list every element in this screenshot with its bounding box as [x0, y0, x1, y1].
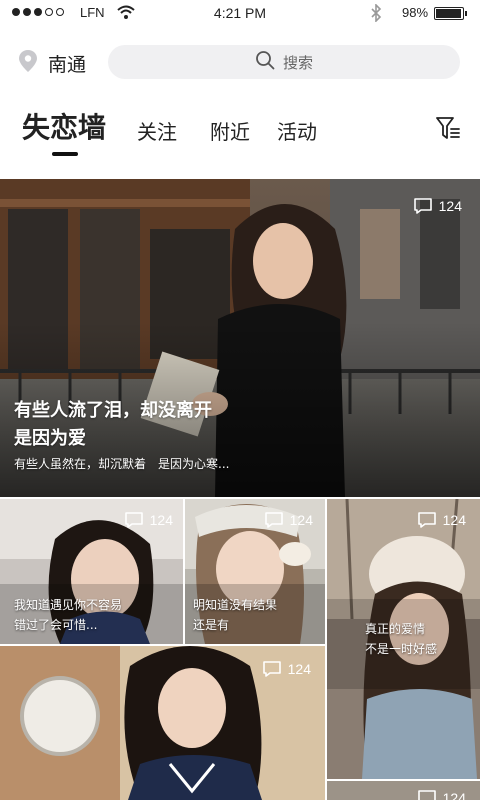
post-title-line: 不是一时好感	[365, 642, 438, 656]
post-card[interactable]: 124	[0, 646, 325, 800]
location-selector[interactable]: 南通	[18, 46, 86, 80]
featured-post-excerpt: 有些人虽然在，却沉默着 是因为心寒...	[14, 457, 230, 471]
battery-percentage: 98%	[402, 5, 429, 20]
comment-icon	[417, 512, 436, 528]
post-title-line: 明知道没有结果	[193, 598, 278, 612]
comment-icon	[413, 198, 432, 214]
tab-nearby[interactable]: 附近	[210, 116, 250, 145]
location-pin-icon	[18, 49, 38, 77]
tab-events[interactable]: 活动	[277, 116, 317, 145]
comment-count[interactable]: 124	[417, 789, 466, 800]
post-title-line: 还是有	[193, 618, 230, 632]
comment-count-value: 124	[287, 661, 311, 677]
comment-count-value: 124	[149, 512, 173, 528]
post-title: 明知道没有结果 还是有	[193, 595, 277, 635]
comment-icon	[262, 661, 281, 677]
search-icon	[255, 50, 275, 74]
tab-following[interactable]: 关注	[137, 116, 177, 145]
comment-count-value: 124	[289, 512, 313, 528]
location-label: 南通	[48, 53, 87, 76]
post-title: 真正的爱情 不是一时好感	[365, 619, 437, 659]
search-placeholder: 搜索	[282, 53, 313, 72]
comment-count[interactable]: 124	[124, 511, 173, 529]
comment-count-value: 124	[442, 790, 466, 800]
post-feed: 124 有些人流了泪，却没离开 是因为爱 有些人虽然在，却沉默着 是因为心寒..…	[0, 179, 480, 800]
comment-count-value: 124	[442, 512, 466, 528]
filter-button[interactable]	[434, 114, 462, 142]
featured-title-line: 是因为爱	[14, 428, 86, 449]
post-title-line: 错过了会可惜...	[14, 618, 98, 632]
post-card[interactable]: 124 明知道没有结果 还是有	[185, 499, 325, 644]
comment-count[interactable]: 124	[264, 511, 313, 529]
status-bar: LFN 4:21 PM 98%	[0, 0, 480, 28]
post-title: 我知道遇见你不容易 错过了会可惜...	[14, 595, 122, 635]
post-card[interactable]: 124 我知道遇见你不容易 错过了会可惜...	[0, 499, 183, 644]
filter-icon	[436, 117, 460, 139]
comment-icon	[124, 512, 143, 528]
comment-count[interactable]: 124	[262, 660, 311, 678]
comment-icon	[264, 512, 283, 528]
featured-post-title: 有些人流了泪，却没离开 是因为爱	[14, 397, 212, 453]
comment-count-value: 124	[438, 198, 462, 214]
tab-heartbreak-wall[interactable]: 失恋墙	[22, 106, 106, 146]
post-title-line: 我知道遇见你不容易	[14, 598, 123, 612]
comment-icon	[417, 790, 436, 800]
featured-title-line: 有些人流了泪，却没离开	[14, 400, 212, 421]
comment-count[interactable]: 124	[413, 197, 462, 215]
active-tab-indicator	[52, 152, 78, 156]
post-title-line: 真正的爱情	[365, 622, 426, 636]
battery-icon	[434, 7, 467, 20]
bluetooth-icon	[370, 3, 382, 26]
featured-post-card[interactable]: 124 有些人流了泪，却没离开 是因为爱 有些人虽然在，却沉默着 是因为心寒..…	[0, 179, 480, 497]
post-card[interactable]: 124 真正的爱情 不是一时好感	[327, 499, 480, 779]
search-input[interactable]: 搜索	[108, 45, 460, 79]
comment-count[interactable]: 124	[417, 511, 466, 529]
post-card[interactable]: 124	[327, 781, 480, 800]
